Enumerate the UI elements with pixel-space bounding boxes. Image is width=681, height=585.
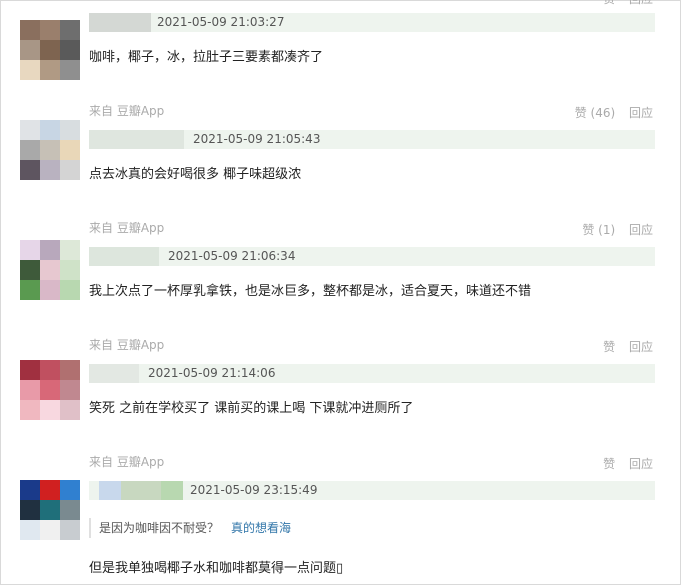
source-label: 来自 豆瓣App: [89, 221, 165, 235]
avatar[interactable]: [20, 240, 80, 300]
author-bar: 2021-05-09 23:15:49: [89, 481, 655, 500]
source-label: 来自 豆瓣App: [89, 338, 165, 352]
timestamp: 2021-05-09 23:15:49: [190, 483, 318, 497]
comment-text: 我上次点了一杯厚乳拿铁，也是冰巨多，整杯都是冰，适合夏天，味道还不错: [89, 284, 532, 299]
avatar[interactable]: [20, 480, 80, 540]
quote-text: 是因为咖啡因不耐受？: [99, 521, 220, 535]
author-bar: 2021-05-09 21:03:27: [89, 13, 655, 32]
avatar[interactable]: [20, 20, 80, 80]
timestamp: 2021-05-09 21:14:06: [148, 366, 276, 380]
comment-actions: 赞 (1) 回应: [572, 221, 653, 238]
author-bar: 2021-05-09 21:06:34: [89, 247, 655, 266]
comment-text: 但是我单独喝椰子水和咖啡都莫得一点问题▯: [89, 561, 344, 576]
quoted-reply: 是因为咖啡因不耐受？ 真的想看海: [89, 518, 651, 538]
comment-actions: 赞 回应: [593, 338, 653, 355]
timestamp: 2021-05-09 21:06:34: [168, 249, 296, 263]
blurred-username-part: [161, 481, 183, 500]
like-button[interactable]: 赞: [603, 457, 615, 471]
comment-text: 咖啡，椰子，冰，拉肚子三要素都凑齐了: [89, 50, 324, 65]
timestamp: 2021-05-09 21:03:27: [157, 15, 285, 29]
timestamp: 2021-05-09 21:05:43: [193, 132, 321, 146]
quote-author-link[interactable]: 真的想看海: [231, 521, 291, 535]
comment-actions: 赞 (46) 回应: [565, 104, 653, 121]
source-label: 来自 豆瓣App: [89, 104, 165, 118]
like-button[interactable]: 赞: [603, 0, 615, 6]
reply-button[interactable]: 回应: [629, 457, 653, 471]
like-button[interactable]: 赞: [603, 340, 615, 354]
author-bar: 2021-05-09 21:05:43: [89, 130, 655, 149]
prev-comment-actions: 赞 回应: [593, 0, 653, 7]
avatar[interactable]: [20, 360, 80, 420]
source-label: 来自 豆瓣App: [89, 455, 165, 469]
comment-actions: 赞 回应: [593, 455, 653, 472]
author-bar: 2021-05-09 21:14:06: [89, 364, 655, 383]
blurred-username-part: [121, 481, 161, 500]
reply-button[interactable]: 回应: [629, 106, 653, 120]
comment-text: 笑死 之前在学校买了 课前买的课上喝 下课就冲进厕所了: [89, 401, 414, 416]
reply-button[interactable]: 回应: [629, 223, 653, 237]
like-button[interactable]: 赞 (46): [575, 106, 615, 120]
reply-button[interactable]: 回应: [629, 340, 653, 354]
blurred-username[interactable]: [89, 13, 151, 32]
blurred-username[interactable]: [89, 247, 159, 266]
blurred-username[interactable]: [89, 130, 184, 149]
avatar[interactable]: [20, 120, 80, 180]
reply-button[interactable]: 回应: [629, 0, 653, 6]
like-button[interactable]: 赞 (1): [582, 223, 615, 237]
blurred-username[interactable]: [99, 481, 121, 500]
blurred-username[interactable]: [89, 364, 139, 383]
comment-text: 点去冰真的会好喝很多 椰子味超级浓: [89, 167, 302, 182]
